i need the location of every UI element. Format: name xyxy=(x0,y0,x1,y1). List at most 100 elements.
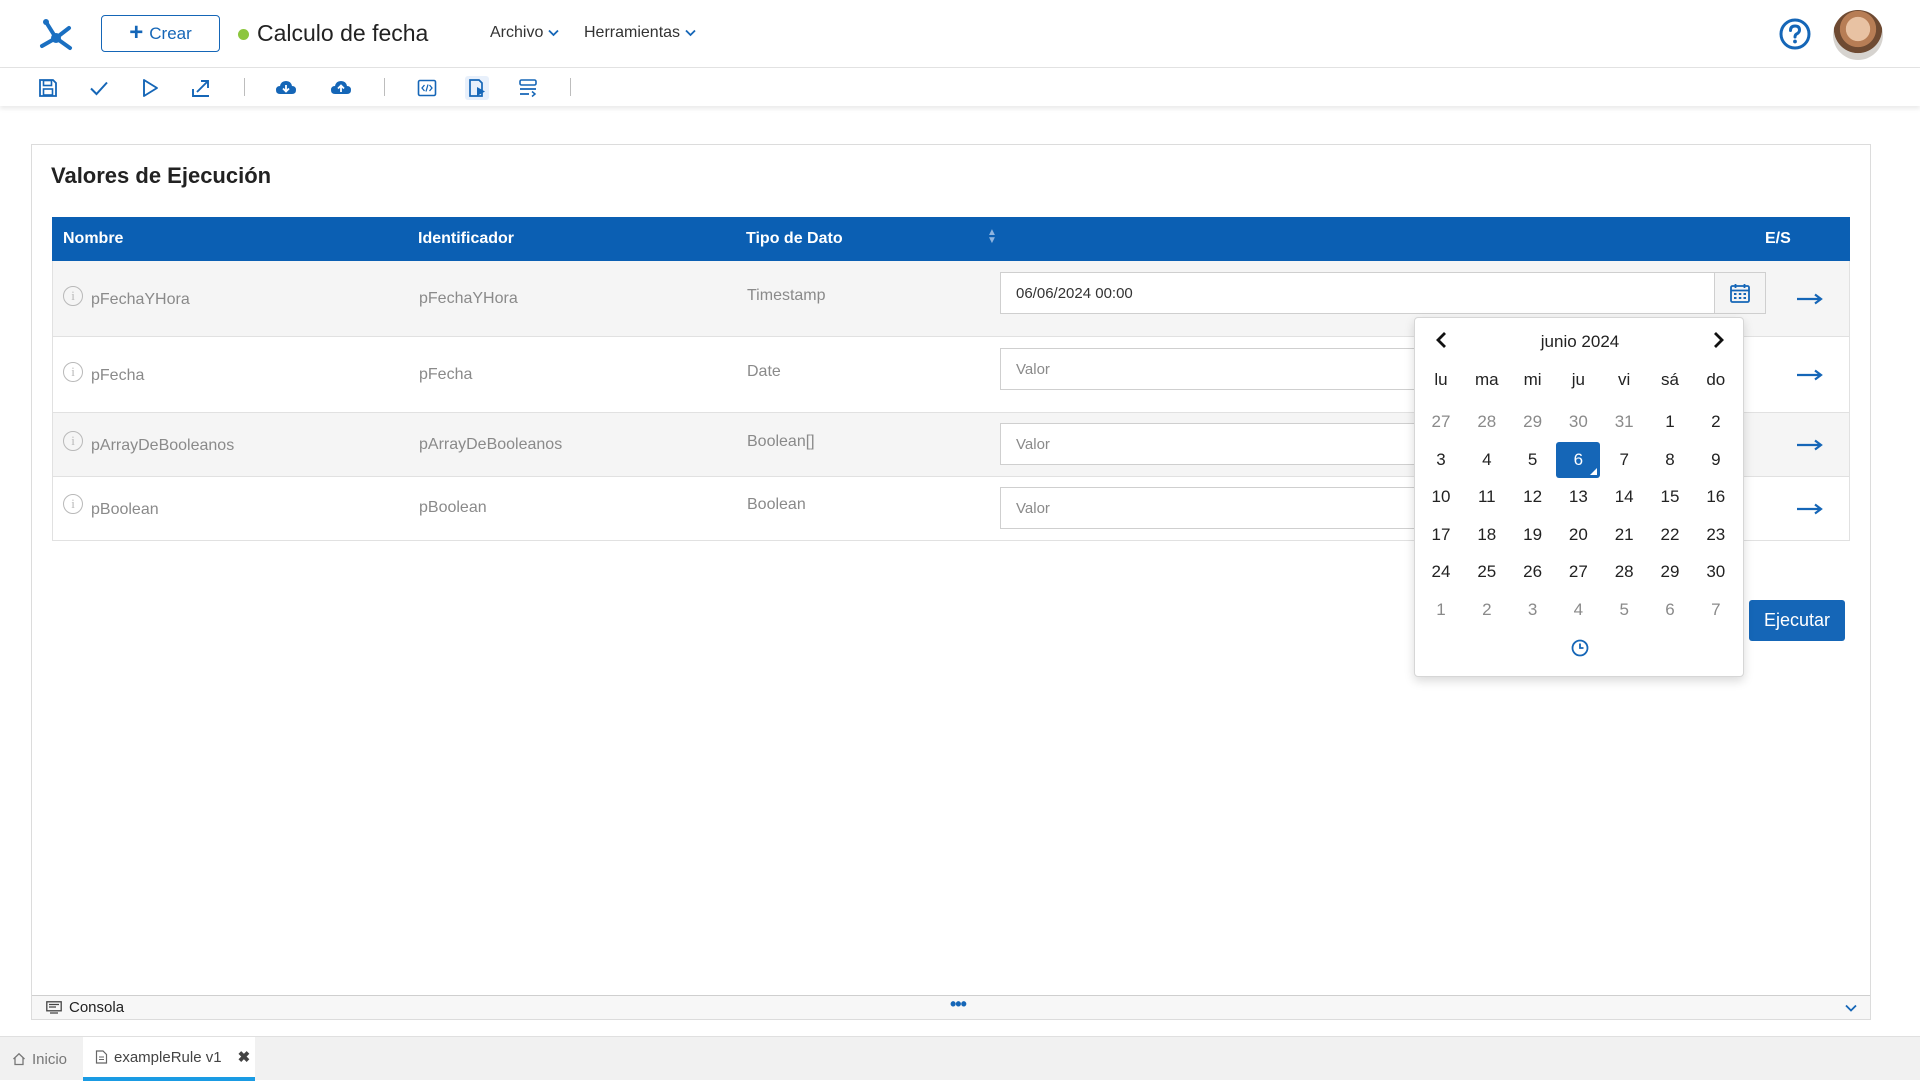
calendar-day[interactable]: 8 xyxy=(1648,442,1692,478)
format-icon xyxy=(519,79,537,98)
calendar-day[interactable]: 1 xyxy=(1648,404,1692,440)
calendar-day[interactable]: 2 xyxy=(1465,592,1509,628)
menu-herramientas-label: Herramientas xyxy=(584,24,681,41)
column-header-name[interactable]: Nombre xyxy=(63,230,123,248)
calendar-day[interactable]: 16 xyxy=(1694,479,1738,515)
tab-inicio-label: Inicio xyxy=(32,1050,68,1068)
cloud-download-button[interactable] xyxy=(274,76,298,100)
info-icon[interactable]: i xyxy=(63,286,83,306)
close-icon[interactable]: ✖ xyxy=(238,1048,251,1066)
chevron-down-icon[interactable] xyxy=(1844,1001,1858,1015)
calendar-day[interactable]: 30 xyxy=(1556,404,1600,440)
export-button[interactable] xyxy=(189,76,213,100)
toolbar-separator xyxy=(570,78,571,96)
calendar-day[interactable]: 3 xyxy=(1511,592,1555,628)
run-button[interactable]: Ejecutar xyxy=(1749,600,1845,641)
info-icon[interactable]: i xyxy=(63,494,83,514)
arrow-right-icon[interactable] xyxy=(1796,438,1824,452)
calendar-day[interactable]: 28 xyxy=(1465,404,1509,440)
calendar-day[interactable]: 26 xyxy=(1511,554,1555,590)
calendar-day[interactable]: 11 xyxy=(1465,479,1509,515)
info-icon[interactable]: i xyxy=(63,362,83,382)
calendar-day[interactable]: 15 xyxy=(1648,479,1692,515)
calendar-day[interactable]: 14 xyxy=(1602,479,1646,515)
format-button[interactable] xyxy=(516,76,540,100)
status-dot xyxy=(238,29,249,40)
calendar-day[interactable]: 5 xyxy=(1602,592,1646,628)
cloud-upload-button[interactable] xyxy=(329,76,353,100)
code-button[interactable] xyxy=(415,76,439,100)
calendar-day[interactable]: 2 xyxy=(1694,404,1738,440)
arrow-right-icon[interactable] xyxy=(1796,292,1824,306)
column-header-type[interactable]: Tipo de Dato xyxy=(746,230,843,248)
datepicker-month-title[interactable]: junio 2024 xyxy=(1415,332,1745,352)
calendar-day[interactable]: 13 xyxy=(1556,479,1600,515)
calendar-day[interactable]: 4 xyxy=(1556,592,1600,628)
calendar-day[interactable]: 1 xyxy=(1419,592,1463,628)
sort-icon[interactable]: ▲ ▼ xyxy=(987,228,997,246)
bottom-tab-bar: Inicio exampleRule v1 ✖ xyxy=(0,1036,1920,1081)
calendar-day[interactable]: 30 xyxy=(1694,554,1738,590)
user-avatar[interactable] xyxy=(1833,10,1883,60)
column-header-identifier[interactable]: Identificador xyxy=(418,230,514,248)
calendar-day[interactable]: 22 xyxy=(1648,517,1692,553)
toolbar-separator xyxy=(244,78,245,96)
weekday-label: ju xyxy=(1571,370,1585,389)
calendar-day[interactable]: 9 xyxy=(1694,442,1738,478)
calendar-day[interactable]: 5 xyxy=(1511,442,1555,478)
value-input[interactable]: 06/06/2024 00:00 xyxy=(1000,272,1716,314)
panel-title: Valores de Ejecución xyxy=(51,163,272,188)
calendar-day[interactable]: 3 xyxy=(1419,442,1463,478)
cloud-download-icon xyxy=(276,81,296,94)
calendar-day[interactable]: 28 xyxy=(1602,554,1646,590)
calendar-button[interactable] xyxy=(1714,272,1766,314)
create-button[interactable]: + Crear xyxy=(101,15,220,52)
tab-examplerule[interactable]: exampleRule v1 ✖ xyxy=(83,1037,255,1081)
menu-archivo[interactable]: Archivo xyxy=(490,24,559,42)
calendar-day[interactable]: 27 xyxy=(1556,554,1600,590)
calendar-day[interactable]: 31 xyxy=(1602,404,1646,440)
help-icon[interactable] xyxy=(1779,18,1811,50)
calendar-day[interactable]: 17 xyxy=(1419,517,1463,553)
clock-icon[interactable] xyxy=(1570,638,1590,658)
calendar-day[interactable]: 12 xyxy=(1511,479,1555,515)
calendar-day[interactable]: 20 xyxy=(1556,517,1600,553)
calendar-day[interactable]: 21 xyxy=(1602,517,1646,553)
tab-inicio[interactable]: Inicio xyxy=(12,1037,81,1081)
save-button[interactable] xyxy=(36,76,60,100)
validate-button[interactable] xyxy=(87,76,111,100)
calendar-day[interactable]: 19 xyxy=(1511,517,1555,553)
calendar-day[interactable]: 6 xyxy=(1648,592,1692,628)
info-icon[interactable]: i xyxy=(63,431,83,451)
app-logo-icon[interactable] xyxy=(36,14,76,54)
calendar-day[interactable]: 29 xyxy=(1511,404,1555,440)
calendar-day[interactable]: 23 xyxy=(1694,517,1738,553)
export-icon xyxy=(192,80,209,97)
calendar-day[interactable]: 25 xyxy=(1465,554,1509,590)
calendar-day[interactable]: 29 xyxy=(1648,554,1692,590)
calendar-day[interactable]: 27 xyxy=(1419,404,1463,440)
chevron-right-icon[interactable] xyxy=(1708,330,1728,350)
run-button[interactable] xyxy=(138,76,162,100)
calendar-day[interactable]: 18 xyxy=(1465,517,1509,553)
menu-herramientas[interactable]: Herramientas xyxy=(584,24,696,42)
arrow-right-icon[interactable] xyxy=(1796,502,1824,516)
document-icon xyxy=(95,1050,108,1064)
arrow-right-icon[interactable] xyxy=(1796,368,1824,382)
calendar-day[interactable]: 7 xyxy=(1694,592,1738,628)
weekday-label: sá xyxy=(1661,370,1679,389)
create-button-label: Crear xyxy=(149,23,192,43)
console-bar[interactable]: Consola ••• xyxy=(32,994,1870,1019)
calendar-day[interactable]: 7 xyxy=(1602,442,1646,478)
calendar-day[interactable]: 6 xyxy=(1556,441,1601,478)
run-test-icon xyxy=(469,79,485,97)
row-identifier: pFecha xyxy=(419,366,473,383)
toolbar xyxy=(0,68,1920,106)
calendar-day[interactable]: 24 xyxy=(1419,554,1463,590)
console-resize-handle[interactable]: ••• xyxy=(950,994,967,1015)
calendar-day[interactable]: 10 xyxy=(1419,479,1463,515)
calendar-day[interactable]: 4 xyxy=(1465,442,1509,478)
plus-icon: + xyxy=(129,18,144,46)
column-header-es[interactable]: E/S xyxy=(1765,230,1791,248)
run-test-button[interactable] xyxy=(465,76,489,100)
